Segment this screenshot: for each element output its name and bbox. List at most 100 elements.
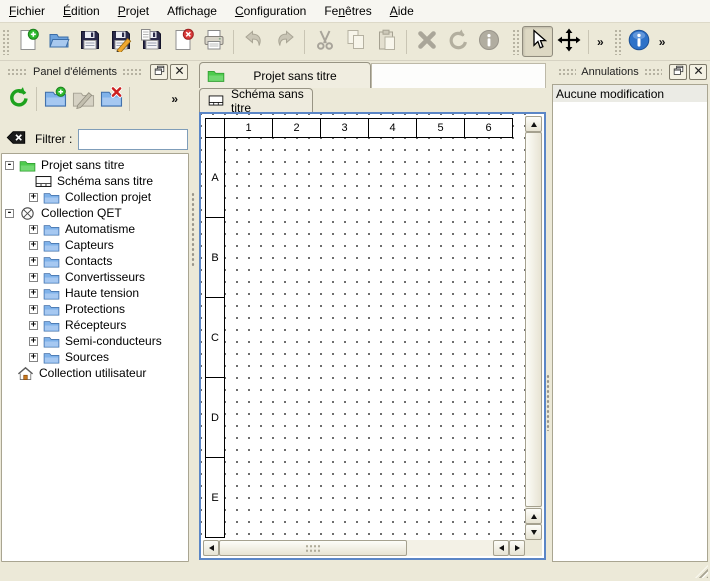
tab-schema-sans-titre[interactable]: Schéma sans titre	[199, 88, 313, 112]
toolbar-separator	[36, 87, 37, 111]
float-panel-button[interactable]	[150, 64, 168, 80]
tree-item-protections[interactable]: + Protections	[2, 301, 188, 317]
blue-folder-icon	[43, 254, 60, 269]
tree-item-collection-utilisateur[interactable]: Collection utilisateur	[2, 365, 188, 381]
toolbar-drag-handle[interactable]	[2, 29, 9, 55]
toolbar-separator	[233, 30, 234, 54]
tree-item-automatisme[interactable]: + Automatisme	[2, 221, 188, 237]
edit-category-button	[69, 85, 97, 113]
menu-projet[interactable]: Projet	[109, 1, 158, 21]
close-icon	[693, 65, 704, 79]
info-gray-icon	[477, 28, 501, 55]
scroll-up-button[interactable]	[525, 116, 542, 132]
select-tool-button[interactable]	[522, 26, 553, 57]
menu-fenetres[interactable]: Fenêtres	[315, 1, 380, 21]
expand-expander-icon[interactable]: +	[29, 321, 38, 330]
tree-item-collection-qet[interactable]: - Collection QET	[2, 205, 188, 221]
scroll-left-button[interactable]	[493, 540, 509, 556]
resize-grip[interactable]	[695, 565, 708, 578]
undo-list-item[interactable]: Aucune modification	[553, 85, 707, 102]
close-panel-button[interactable]	[170, 64, 188, 80]
schema-canvas[interactable]	[201, 114, 527, 542]
save-as-button[interactable]	[105, 26, 136, 57]
tree-item-convertisseurs[interactable]: + Convertisseurs	[2, 269, 188, 285]
tree-item-capteurs[interactable]: + Capteurs	[2, 237, 188, 253]
clear-filter-icon[interactable]	[6, 129, 26, 149]
close-panel-button[interactable]	[689, 64, 707, 80]
toolbar-drag-handle[interactable]	[512, 29, 519, 55]
print-icon	[202, 28, 226, 55]
row-header: C	[205, 297, 225, 378]
dock-handle-dots	[122, 68, 143, 77]
tree-item-contacts[interactable]: + Contacts	[2, 253, 188, 269]
elements-panel-title: Panel d'éléments	[33, 66, 117, 78]
new-category-button[interactable]	[41, 85, 69, 113]
schema-sheet-icon	[35, 174, 52, 189]
menu-fichier[interactable]: Fichier	[0, 1, 54, 21]
menu-affichage[interactable]: Affichage	[158, 1, 226, 21]
expand-expander-icon[interactable]: +	[29, 337, 38, 346]
toolbar-drag-handle[interactable]	[614, 29, 621, 55]
tree-item-haute-tension[interactable]: + Haute tension	[2, 285, 188, 301]
blue-folder-icon	[43, 286, 60, 301]
move-tool-button[interactable]	[553, 26, 584, 57]
tree-item-collection-projet[interactable]: + Collection projet	[2, 189, 188, 205]
expand-expander-icon[interactable]: +	[29, 225, 38, 234]
save-button[interactable]	[74, 26, 105, 57]
blue-folder-icon	[43, 222, 60, 237]
scroll-right-button[interactable]	[509, 540, 525, 556]
collapse-expander-icon[interactable]: -	[5, 161, 14, 170]
undo-panel-header[interactable]: Annulations	[553, 63, 707, 81]
row-header: E	[205, 457, 225, 538]
column-headers: 1 2 3 4 5 6	[205, 118, 513, 138]
vertical-scrollbar[interactable]	[525, 116, 542, 540]
scroll-left-button[interactable]	[203, 540, 219, 556]
right-splitter-handle[interactable]	[546, 374, 550, 431]
horizontal-scrollbar[interactable]	[203, 540, 525, 556]
cursor-arrow-icon	[526, 28, 550, 55]
horizontal-scrollbar-thumb[interactable]	[219, 540, 407, 556]
expand-expander-icon[interactable]: +	[29, 193, 38, 202]
save-all-button[interactable]	[136, 26, 167, 57]
scroll-down-button[interactable]	[525, 524, 542, 540]
expand-expander-icon[interactable]: +	[29, 353, 38, 362]
tree-item-sources[interactable]: + Sources	[2, 349, 188, 365]
float-panel-button[interactable]	[669, 64, 687, 80]
open-folder-icon	[47, 28, 71, 55]
cut-button	[309, 26, 340, 57]
expand-expander-icon[interactable]: +	[29, 305, 38, 314]
tree-item-semi-conducteurs[interactable]: + Semi-conducteurs	[2, 333, 188, 349]
collapse-expander-icon[interactable]: -	[5, 209, 14, 218]
tree-item-schema-sans-titre[interactable]: Schéma sans titre	[2, 173, 188, 189]
vertical-scrollbar-thumb[interactable]	[525, 132, 542, 507]
element-info-button	[473, 26, 504, 57]
float-icon	[154, 65, 165, 79]
about-qet-button[interactable]	[624, 26, 655, 57]
scroll-up-button[interactable]	[525, 508, 542, 524]
expand-expander-icon[interactable]: +	[29, 241, 38, 250]
toolbar-overflow-button[interactable]: »	[655, 35, 670, 49]
toolbar-overflow-button[interactable]: »	[593, 35, 608, 49]
print-button[interactable]	[198, 26, 229, 57]
panel-toolbar-overflow-button[interactable]: »	[167, 92, 182, 106]
menu-configuration[interactable]: Configuration	[226, 1, 315, 21]
menu-aide[interactable]: Aide	[381, 1, 423, 21]
tab-projet-sans-titre[interactable]: Projet sans titre	[199, 62, 371, 88]
delete-category-button[interactable]	[97, 85, 125, 113]
dock-handle-dots	[7, 68, 28, 77]
tree-item-recepteurs[interactable]: + Récepteurs	[2, 317, 188, 333]
toolbar-separator	[588, 30, 589, 54]
expand-expander-icon[interactable]: +	[29, 273, 38, 282]
new-file-button[interactable]	[12, 26, 43, 57]
redo-icon	[273, 28, 297, 55]
reload-collections-button[interactable]	[4, 85, 32, 113]
left-splitter-handle[interactable]	[191, 192, 195, 266]
menu-edition[interactable]: Édition	[54, 1, 109, 21]
expand-expander-icon[interactable]: +	[29, 257, 38, 266]
filter-input[interactable]	[78, 129, 188, 150]
expand-expander-icon[interactable]: +	[29, 289, 38, 298]
open-file-button[interactable]	[43, 26, 74, 57]
close-file-button[interactable]	[167, 26, 198, 57]
tree-item-projet-sans-titre[interactable]: - Projet sans titre	[2, 157, 188, 173]
elements-panel-header[interactable]: Panel d'éléments	[2, 63, 188, 81]
